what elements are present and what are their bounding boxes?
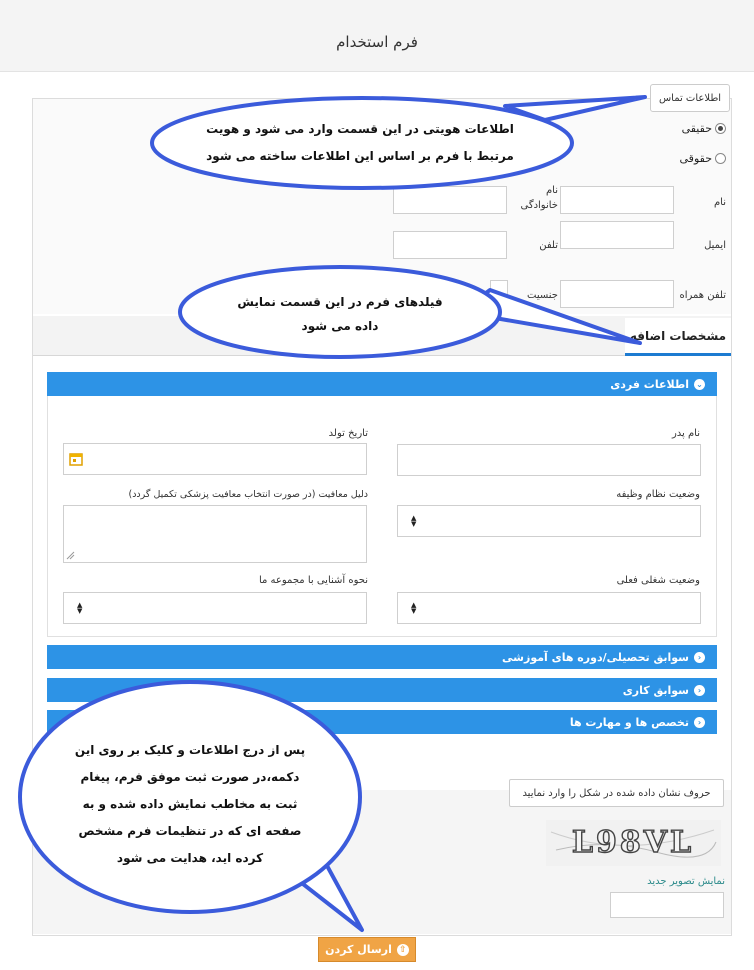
callout-submit-line4: صفحه ای که در تنظیمات فرم مشخص [78, 824, 302, 838]
callout-text-fields: فیلدهای فرم در این قسمت نمایش داده می شو… [200, 290, 480, 338]
callout-identity-line2: مرتبط با فرم بر اساس این اطلاعات ساخته م… [206, 149, 514, 163]
callout-fields-line2: داده می شود [301, 319, 379, 333]
callout-text-submit: پس از درج اطلاعات و کلیک بر روی این دکمه… [45, 737, 335, 872]
callout-identity-line1: اطلاعات هویتی در این قسمت وارد می شود و … [206, 122, 514, 136]
callout-submit-line2: دکمه،در صورت ثبت موفق فرم، پیغام [80, 770, 300, 784]
callout-submit-line3: ثبت به مخاطب نمایش داده شده و به [82, 797, 298, 811]
callout-text-identity: اطلاعات هویتی در این قسمت وارد می شود و … [175, 116, 545, 170]
callout-submit-line5: کرده اید، هدایت می شود [116, 851, 264, 865]
callout-submit-line1: پس از درج اطلاعات و کلیک بر روی این [74, 743, 306, 757]
callout-fields-line1: فیلدهای فرم در این قسمت نمایش [237, 295, 443, 309]
